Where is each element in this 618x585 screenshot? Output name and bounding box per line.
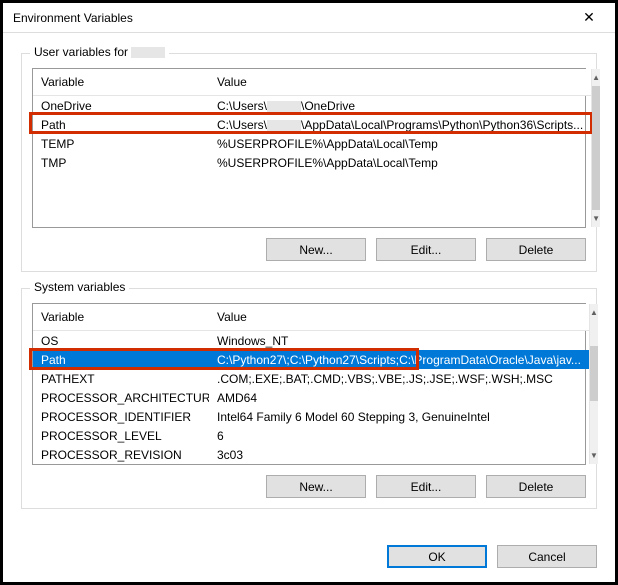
col-variable-header[interactable]: Variable — [33, 69, 209, 95]
var-cell: PROCESSOR_LEVEL — [33, 429, 209, 443]
user-vars-group: User variables for Variable Value OneDri… — [21, 53, 597, 272]
col-value-header[interactable]: Value — [209, 69, 591, 95]
var-cell: Path — [33, 118, 209, 132]
sys-new-button[interactable]: New... — [266, 475, 366, 498]
val-cell: AMD64 — [209, 391, 589, 405]
val-cell: C:\Users\\AppData\Local\Programs\Python\… — [209, 118, 591, 132]
user-edit-button[interactable]: Edit... — [376, 238, 476, 261]
redacted-text — [267, 101, 301, 112]
scroll-track[interactable] — [590, 321, 598, 447]
redacted-username — [131, 47, 165, 58]
scroll-thumb[interactable] — [590, 346, 598, 401]
table-row[interactable]: PROCESSOR_LEVEL 6 — [33, 426, 589, 445]
table-row[interactable]: Path C:\Users\\AppData\Local\Programs\Py… — [33, 115, 591, 134]
col-variable-header[interactable]: Variable — [33, 304, 209, 330]
scroll-track[interactable] — [592, 86, 600, 210]
user-vars-label: User variables for — [30, 45, 169, 59]
val-cell: Intel64 Family 6 Model 60 Stepping 3, Ge… — [209, 410, 589, 424]
ok-button[interactable]: OK — [387, 545, 487, 568]
user-delete-button[interactable]: Delete — [486, 238, 586, 261]
val-cell: %USERPROFILE%\AppData\Local\Temp — [209, 156, 591, 170]
val-cell: Windows_NT — [209, 334, 589, 348]
val-cell: %USERPROFILE%\AppData\Local\Temp — [209, 137, 591, 151]
sys-list-rows: OS Windows_NT Path C:\Python27\;C:\Pytho… — [33, 331, 589, 464]
val-cell: C:\Users\\OneDrive — [209, 99, 591, 113]
user-list-rows: OneDrive C:\Users\\OneDrive Path C:\User… — [33, 96, 591, 172]
redacted-text — [267, 120, 301, 131]
user-list-header: Variable Value — [33, 69, 591, 96]
val-cell: 3c03 — [209, 448, 589, 462]
col-value-header[interactable]: Value — [209, 304, 589, 330]
table-row[interactable]: Path C:\Python27\;C:\Python27\Scripts;C:… — [33, 350, 589, 369]
scroll-up-icon[interactable]: ▲ — [592, 69, 600, 86]
table-row[interactable]: TMP %USERPROFILE%\AppData\Local\Temp — [33, 153, 591, 172]
user-vars-list[interactable]: Variable Value OneDrive C:\Users\\OneDri… — [32, 68, 586, 228]
window-title: Environment Variables — [13, 11, 569, 25]
var-cell: OneDrive — [33, 99, 209, 113]
var-cell: PROCESSOR_IDENTIFIER — [33, 410, 209, 424]
var-cell: Path — [33, 353, 209, 367]
table-row[interactable]: PROCESSOR_ARCHITECTURE AMD64 — [33, 388, 589, 407]
scroll-up-icon[interactable]: ▲ — [590, 304, 598, 321]
scroll-thumb[interactable] — [592, 86, 600, 210]
val-cell: 6 — [209, 429, 589, 443]
var-cell: TMP — [33, 156, 209, 170]
var-cell: PATHEXT — [33, 372, 209, 386]
close-icon[interactable]: ✕ — [569, 3, 609, 32]
val-cell: .COM;.EXE;.BAT;.CMD;.VBS;.VBE;.JS;.JSE;.… — [209, 372, 589, 386]
table-row[interactable]: OS Windows_NT — [33, 331, 589, 350]
scrollbar[interactable]: ▲ ▼ — [589, 304, 598, 464]
table-row[interactable]: TEMP %USERPROFILE%\AppData\Local\Temp — [33, 134, 591, 153]
scroll-down-icon[interactable]: ▼ — [590, 447, 598, 464]
table-row[interactable]: OneDrive C:\Users\\OneDrive — [33, 96, 591, 115]
scroll-down-icon[interactable]: ▼ — [592, 210, 600, 227]
scrollbar[interactable]: ▲ ▼ — [591, 69, 600, 227]
table-row[interactable]: PROCESSOR_IDENTIFIER Intel64 Family 6 Mo… — [33, 407, 589, 426]
val-cell: C:\Python27\;C:\Python27\Scripts;C:\Prog… — [209, 353, 589, 367]
user-vars-label-prefix: User variables for — [34, 45, 131, 59]
user-new-button[interactable]: New... — [266, 238, 366, 261]
var-cell: PROCESSOR_ARCHITECTURE — [33, 391, 209, 405]
system-vars-group: System variables Variable Value OS Windo… — [21, 288, 597, 509]
system-vars-label: System variables — [30, 280, 129, 294]
system-vars-list[interactable]: Variable Value OS Windows_NT Path C:\Pyt… — [32, 303, 586, 465]
cancel-button[interactable]: Cancel — [497, 545, 597, 568]
var-cell: TEMP — [33, 137, 209, 151]
var-cell: OS — [33, 334, 209, 348]
table-row[interactable]: PATHEXT .COM;.EXE;.BAT;.CMD;.VBS;.VBE;.J… — [33, 369, 589, 388]
table-row[interactable]: PROCESSOR_REVISION 3c03 — [33, 445, 589, 464]
sys-edit-button[interactable]: Edit... — [376, 475, 476, 498]
sys-delete-button[interactable]: Delete — [486, 475, 586, 498]
env-vars-dialog: Environment Variables ✕ User variables f… — [0, 0, 618, 585]
var-cell: PROCESSOR_REVISION — [33, 448, 209, 462]
sys-list-header: Variable Value — [33, 304, 589, 331]
titlebar: Environment Variables ✕ — [3, 3, 615, 33]
